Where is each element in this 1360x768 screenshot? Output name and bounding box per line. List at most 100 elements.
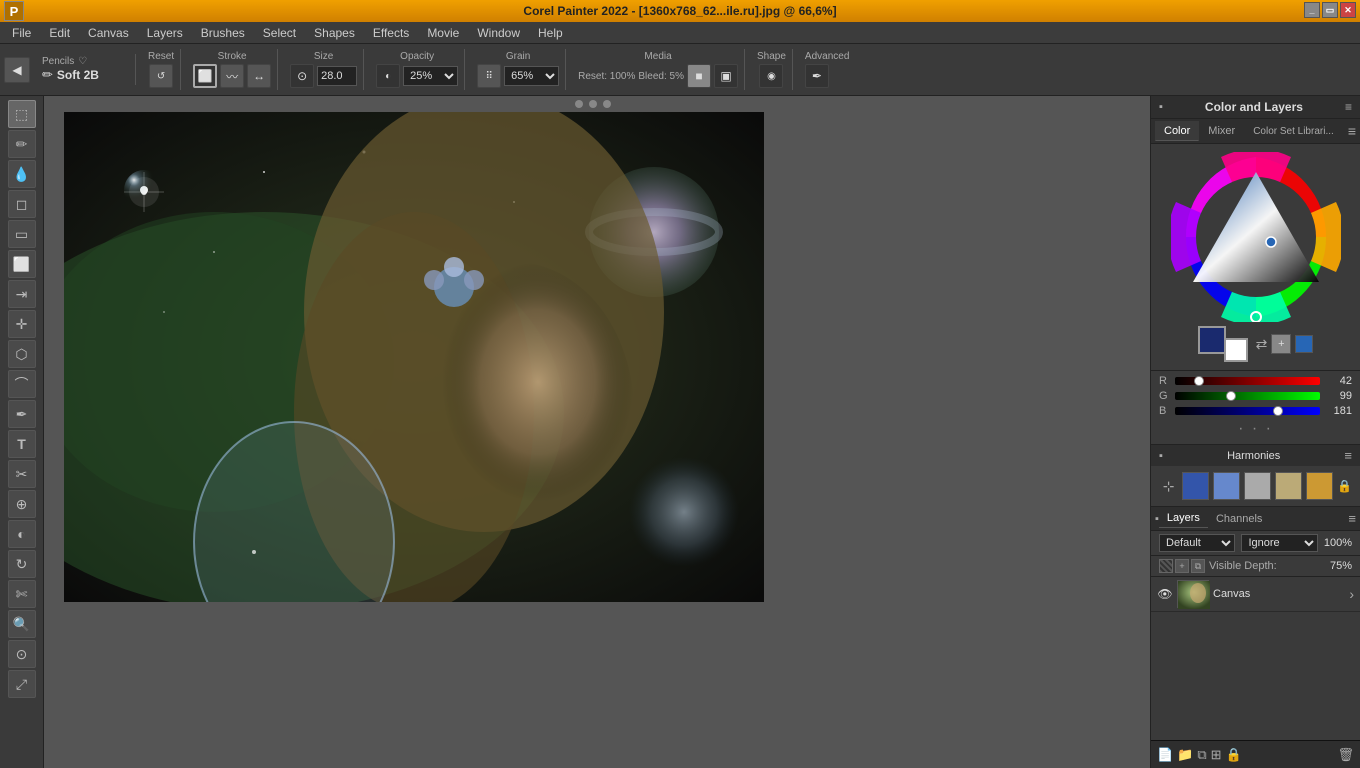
minimize-button[interactable]: _ bbox=[1304, 2, 1320, 18]
r-slider[interactable] bbox=[1175, 377, 1320, 385]
menu-help[interactable]: Help bbox=[530, 24, 571, 42]
harmony-swatch-1[interactable] bbox=[1182, 472, 1209, 500]
zoom-tool[interactable]: 🔍 bbox=[8, 610, 36, 638]
b-slider[interactable] bbox=[1175, 407, 1320, 415]
harmony-swatch-4[interactable] bbox=[1275, 472, 1302, 500]
color-wheel-section: ⇄ + bbox=[1151, 144, 1360, 371]
layer-canvas[interactable]: 👁 Canvas › bbox=[1151, 577, 1360, 612]
tab-color-set[interactable]: Color Set Librari... bbox=[1244, 122, 1343, 141]
g-label: G bbox=[1159, 390, 1171, 402]
layers-bottom-delete-icon[interactable]: 🗑 bbox=[1337, 747, 1354, 763]
selection-tool[interactable]: ⬡ bbox=[8, 340, 36, 368]
menu-movie[interactable]: Movie bbox=[419, 24, 467, 42]
harmony-tool-icon[interactable]: ⊹ bbox=[1159, 476, 1178, 496]
dodge-tool[interactable]: ◐ bbox=[8, 520, 36, 548]
tab-mixer[interactable]: Mixer bbox=[1199, 121, 1244, 141]
color-wheel-container[interactable] bbox=[1171, 152, 1341, 322]
advanced-pen-icon[interactable]: ✒ bbox=[805, 64, 829, 88]
layers-bottom-group-icon[interactable]: 📁 bbox=[1177, 747, 1193, 763]
menu-brushes[interactable]: Brushes bbox=[193, 24, 253, 42]
shape-section: Shape ◉ bbox=[751, 49, 793, 90]
layers-menu-icon[interactable]: ≡ bbox=[1348, 511, 1356, 526]
layer-thumbnail bbox=[1177, 580, 1209, 608]
stroke-btn1[interactable]: ⬜ bbox=[193, 64, 217, 88]
visible-depth-label: Visible Depth: bbox=[1209, 560, 1277, 572]
blend-tool[interactable]: ⊕ bbox=[8, 490, 36, 518]
crop-tool[interactable]: ✄ bbox=[8, 580, 36, 608]
harmony-swatch-2[interactable] bbox=[1213, 472, 1240, 500]
shape-icon[interactable]: ◉ bbox=[759, 64, 783, 88]
shape-tool[interactable]: ◻ bbox=[8, 190, 36, 218]
menu-shapes[interactable]: Shapes bbox=[306, 24, 363, 42]
menu-canvas[interactable]: Canvas bbox=[80, 24, 137, 42]
stroke-btn2[interactable]: 〰 bbox=[220, 64, 244, 88]
advanced-section: Advanced ✒ bbox=[799, 49, 1356, 90]
menu-select[interactable]: Select bbox=[255, 24, 304, 42]
menu-layers[interactable]: Layers bbox=[139, 24, 191, 42]
tab-layers[interactable]: Layers bbox=[1159, 509, 1208, 528]
panel-menu-icon[interactable]: ≡ bbox=[1345, 100, 1352, 114]
harmonies-menu-icon[interactable]: ≡ bbox=[1344, 448, 1352, 463]
menu-edit[interactable]: Edit bbox=[41, 24, 78, 42]
media-btn2[interactable]: ▣ bbox=[714, 64, 738, 88]
rotate-tool[interactable]: ↻ bbox=[8, 550, 36, 578]
fullscreen-tool[interactable]: ⤢ bbox=[8, 670, 36, 698]
size-input[interactable] bbox=[317, 66, 357, 86]
canvas-painting[interactable] bbox=[64, 112, 764, 602]
opacity-select[interactable]: 25%50%75%100% bbox=[403, 66, 458, 86]
media-btn1[interactable]: ■ bbox=[687, 64, 711, 88]
harmony-swatch-5[interactable] bbox=[1306, 472, 1333, 500]
reset-button[interactable]: ↺ bbox=[149, 64, 173, 88]
background-swatch[interactable] bbox=[1224, 338, 1248, 362]
dropper-tool[interactable]: 💧 bbox=[8, 160, 36, 188]
tab-color[interactable]: Color bbox=[1155, 121, 1199, 141]
menu-window[interactable]: Window bbox=[469, 24, 528, 42]
paint-tool[interactable]: ✏ bbox=[8, 130, 36, 158]
rect-tool[interactable]: ▭ bbox=[8, 220, 36, 248]
restore-button[interactable]: ▭ bbox=[1322, 2, 1338, 18]
harmony-lock-icon[interactable]: 🔒 bbox=[1337, 479, 1352, 493]
close-button[interactable]: ✕ bbox=[1340, 2, 1356, 18]
canvas-area[interactable] bbox=[44, 96, 1150, 768]
layer-add-icon[interactable]: + bbox=[1175, 559, 1189, 573]
transform-tool[interactable]: ✛ bbox=[8, 310, 36, 338]
layers-bottom-merge-icon[interactable]: ⊞ bbox=[1211, 747, 1222, 763]
opacity-icon: ◐ bbox=[376, 64, 400, 88]
media-label: Media bbox=[644, 51, 671, 62]
g-slider[interactable] bbox=[1175, 392, 1320, 400]
text-tool[interactable]: T bbox=[8, 430, 36, 458]
layer-expand-icon[interactable]: › bbox=[1349, 586, 1354, 602]
select-tool[interactable]: ⬚ bbox=[8, 100, 36, 128]
hand-tool[interactable]: ⊙ bbox=[8, 640, 36, 668]
color-tabs-menu-icon[interactable]: ≡ bbox=[1348, 123, 1356, 139]
layers-bottom-lock-icon[interactable]: 🔒 bbox=[1226, 747, 1242, 763]
scissors-tool[interactable]: ✂ bbox=[8, 460, 36, 488]
foreground-swatch[interactable] bbox=[1198, 326, 1226, 354]
pen-tool[interactable]: ✒ bbox=[8, 400, 36, 428]
grain-select[interactable]: 65%50%75%100% bbox=[504, 66, 559, 86]
menu-effects[interactable]: Effects bbox=[365, 24, 417, 42]
color-add-icon[interactable]: + bbox=[1271, 334, 1291, 354]
layer-copy-icon[interactable]: ⧉ bbox=[1191, 559, 1205, 573]
panel-collapse-icon[interactable]: ▪ bbox=[1159, 101, 1163, 113]
heart-icon[interactable]: ♡ bbox=[78, 56, 87, 67]
smear-tool[interactable]: ⇥ bbox=[8, 280, 36, 308]
layer-visibility-icon[interactable]: 👁 bbox=[1157, 586, 1173, 602]
stroke-btn3[interactable]: ↔ bbox=[247, 64, 271, 88]
composite-select[interactable]: Ignore bbox=[1241, 534, 1317, 552]
eraser-tool[interactable]: ⬜ bbox=[8, 250, 36, 278]
layers-bottom-add-icon[interactable]: 📄 bbox=[1157, 747, 1173, 763]
canvas-dot-2 bbox=[589, 100, 597, 108]
lasso-tool[interactable]: ⌒ bbox=[8, 370, 36, 398]
blend-mode-select[interactable]: Default bbox=[1159, 534, 1235, 552]
harmonies-collapse-icon[interactable]: ▪ bbox=[1159, 450, 1163, 462]
color-tabs: Color Mixer Color Set Librari... ≡ bbox=[1151, 119, 1360, 144]
harmony-swatch-3[interactable] bbox=[1244, 472, 1271, 500]
swap-colors-icon[interactable]: ⇄ bbox=[1256, 336, 1268, 353]
window-controls[interactable]: _ ▭ ✕ bbox=[1304, 2, 1356, 18]
nav-back-button[interactable]: ◀ bbox=[4, 57, 30, 83]
tab-channels[interactable]: Channels bbox=[1208, 510, 1270, 528]
layers-bottom-copy-icon[interactable]: ⧉ bbox=[1197, 747, 1206, 763]
blue-indicator[interactable] bbox=[1295, 335, 1313, 353]
menu-file[interactable]: File bbox=[4, 24, 39, 42]
